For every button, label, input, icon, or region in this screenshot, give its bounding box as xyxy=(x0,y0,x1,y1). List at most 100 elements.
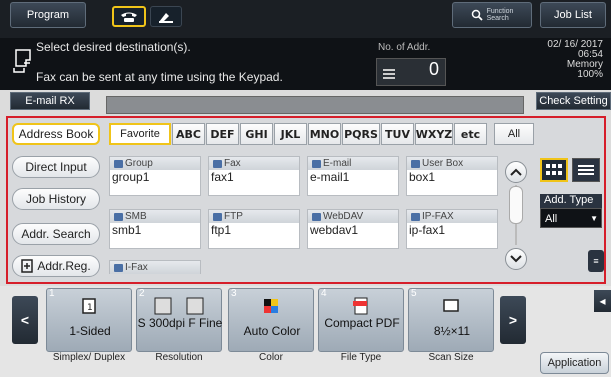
tab-tuv[interactable]: TUV xyxy=(381,123,414,145)
address-register-label: Addr.Reg. xyxy=(37,259,91,273)
group-icon xyxy=(114,159,123,168)
setting-label-scan-size: Scan Size xyxy=(428,352,474,363)
scroll-down-button[interactable] xyxy=(505,248,527,270)
tab-mno[interactable]: MNO xyxy=(308,123,341,145)
document-status-icon xyxy=(13,49,31,73)
address-card-ip-fax[interactable]: IP-FAX ip-fax1 xyxy=(406,209,498,249)
add-type-select[interactable]: All ▼ xyxy=(540,208,602,228)
grid-view-icon xyxy=(546,164,562,175)
grid-view-button[interactable] xyxy=(540,158,568,182)
arrow-left-icon: ◂ xyxy=(599,294,606,308)
tab-all[interactable]: All xyxy=(494,123,534,145)
color-icon xyxy=(264,299,278,313)
tab-abc[interactable]: ABC xyxy=(172,123,205,145)
chevron-up-icon xyxy=(510,168,522,176)
address-card-ftp[interactable]: FTP ftp1 xyxy=(208,209,300,249)
search-icon xyxy=(471,9,483,21)
list-view-icon xyxy=(578,165,594,175)
address-card-fax[interactable]: Fax fax1 xyxy=(208,156,300,196)
fax-mode-button[interactable] xyxy=(112,6,146,27)
register-icon xyxy=(21,259,34,273)
address-card-group[interactable]: Group group1 xyxy=(109,156,201,196)
scroll-thumb[interactable] xyxy=(509,186,523,224)
email-rx-button[interactable]: E-mail RX xyxy=(10,92,90,110)
status-area: Select desired destination(s). Fax can b… xyxy=(0,38,611,90)
address-card-webdav[interactable]: WebDAV webdav1 xyxy=(307,209,399,249)
status-message-secondary: Fax can be sent at any time using the Ke… xyxy=(36,70,283,84)
job-list-button[interactable]: Job List xyxy=(540,2,606,28)
tab-favorite[interactable]: Favorite xyxy=(109,123,171,145)
chevron-left-icon: < xyxy=(20,312,30,328)
job-history-button[interactable]: Job History xyxy=(12,188,100,210)
simplex-icon: 1 xyxy=(82,298,96,314)
function-search-label: Function xyxy=(486,8,514,15)
address-count-value: 0 xyxy=(428,59,439,79)
setting-label-file-type: File Type xyxy=(340,352,382,363)
setting-tile-file-type[interactable]: 4 Compact PDF xyxy=(318,288,404,352)
application-button[interactable]: Application xyxy=(540,352,609,374)
back-arrow-button[interactable]: ◂ xyxy=(594,290,611,312)
setting-tile-color[interactable]: 3 Auto Color xyxy=(228,288,314,352)
function-search-button[interactable]: Function Search xyxy=(452,2,532,28)
date-memory-readout: 02/ 16/ 2017 06:54 Memory 100% xyxy=(503,40,603,80)
setting-tile-resolution[interactable]: 2 S 300dpi F Fine xyxy=(136,288,222,352)
scroll-up-button[interactable] xyxy=(505,161,527,183)
setting-tile-scan-size[interactable]: 5 8½×11 xyxy=(408,288,494,352)
index-tab-bar: Favorite ABC DEF GHI JKL MNO PQRS TUV WX… xyxy=(109,123,537,145)
add-type-label: Add. Type xyxy=(540,194,602,208)
address-card-email[interactable]: E-mail e-mail1 xyxy=(307,156,399,196)
ftp-icon xyxy=(213,212,222,221)
tab-ghi[interactable]: GHI xyxy=(240,123,273,145)
tab-wxyz[interactable]: WXYZ xyxy=(415,123,453,145)
chevron-right-icon: > xyxy=(508,312,518,328)
destination-field[interactable] xyxy=(106,96,524,114)
settings-carousel: < 1 1 1-Sided Simplex/ Duplex 2 S 300dpi… xyxy=(0,286,611,377)
setting-label-resolution: Resolution xyxy=(155,352,203,363)
tab-def[interactable]: DEF xyxy=(206,123,239,145)
scan-icon xyxy=(159,12,173,23)
check-setting-button[interactable]: Check Setting xyxy=(536,92,611,110)
carousel-next-button[interactable]: > xyxy=(500,296,526,344)
dropdown-arrow-icon: ▼ xyxy=(590,214,598,223)
setting-label-color: Color xyxy=(259,352,283,363)
address-card-smb[interactable]: SMB smb1 xyxy=(109,209,201,249)
direct-input-button[interactable]: Direct Input xyxy=(12,156,100,178)
email-icon xyxy=(312,159,321,168)
setting-label-simplex-duplex: Simplex/ Duplex xyxy=(52,352,126,363)
svg-text:1: 1 xyxy=(87,303,93,313)
webdav-icon xyxy=(312,212,321,221)
address-book-panel: Address Book Direct Input Job History Ad… xyxy=(6,116,606,284)
address-count-box[interactable]: 0 xyxy=(376,58,446,86)
tab-etc[interactable]: etc xyxy=(454,123,487,145)
list-icon xyxy=(383,69,395,79)
address-search-button[interactable]: Addr. Search xyxy=(12,223,100,245)
address-count-label: No. of Addr. xyxy=(378,42,431,53)
scan-mode-button[interactable] xyxy=(150,6,182,27)
memory-value: 100% xyxy=(577,69,603,80)
carousel-prev-button[interactable]: < xyxy=(12,296,38,344)
fax-icon xyxy=(213,159,222,168)
address-card-user-box[interactable]: User Box box1 xyxy=(406,156,498,196)
top-bar: Program Function Search Job List xyxy=(0,0,611,38)
ip-fax-icon xyxy=(411,212,420,221)
chevron-down-icon xyxy=(510,255,522,263)
pdf-file-icon xyxy=(353,297,368,315)
user-box-icon xyxy=(411,159,420,168)
setting-tile-simplex-duplex[interactable]: 1 1 1-Sided xyxy=(46,288,132,352)
smb-icon xyxy=(114,212,123,221)
address-card-i-fax[interactable]: I-Fax xyxy=(109,260,201,274)
resolution-icon xyxy=(154,297,204,315)
side-menu-button[interactable]: ≡ xyxy=(588,250,604,272)
address-register-button[interactable]: Addr.Reg. xyxy=(12,255,100,277)
program-button[interactable]: Program xyxy=(10,2,86,28)
status-message-primary: Select desired destination(s). xyxy=(36,40,191,54)
add-type-value: All xyxy=(545,213,558,225)
function-search-label: Search xyxy=(486,15,509,22)
list-view-button[interactable] xyxy=(572,158,600,182)
tab-jkl[interactable]: JKL xyxy=(274,123,307,145)
fax-icon xyxy=(121,12,137,22)
tab-pqrs[interactable]: PQRS xyxy=(342,123,380,145)
scan-size-icon xyxy=(443,299,459,312)
address-book-button[interactable]: Address Book xyxy=(12,123,100,145)
i-fax-icon xyxy=(114,263,123,272)
